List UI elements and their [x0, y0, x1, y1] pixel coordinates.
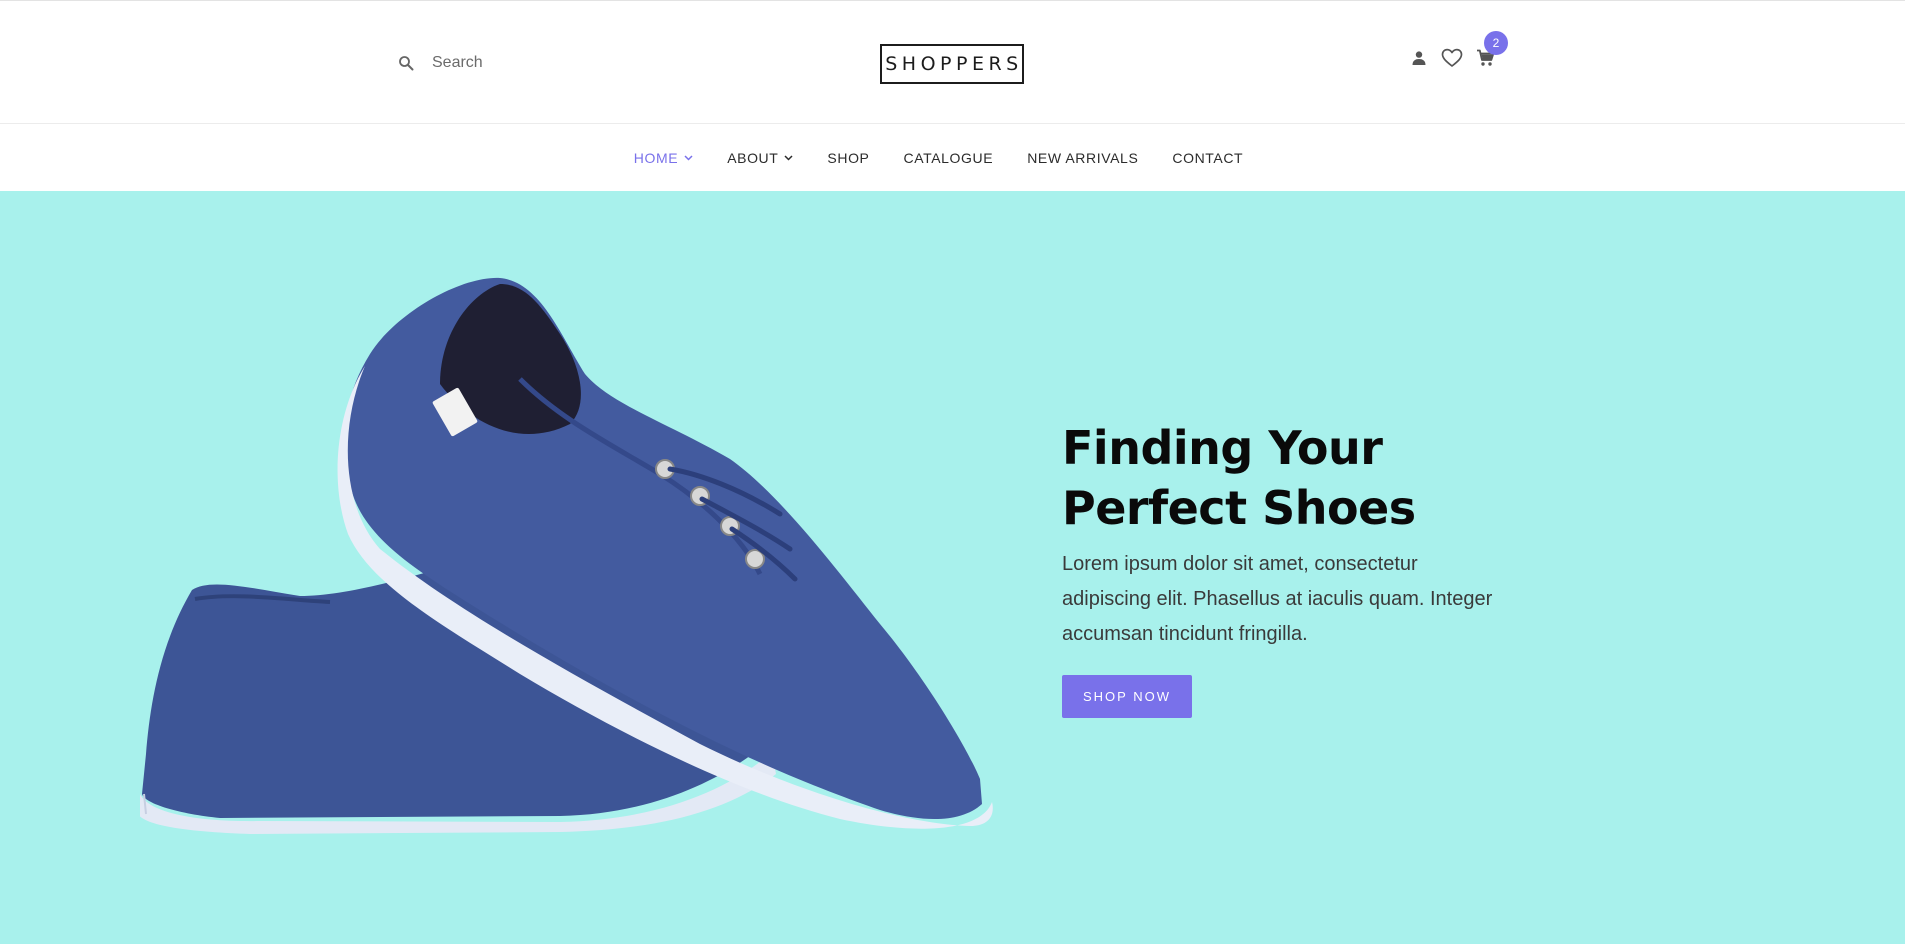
nav-item-shop[interactable]: SHOP	[827, 150, 869, 166]
nav-item-label: NEW ARRIVALS	[1027, 150, 1139, 166]
cart-count-badge: 2	[1484, 31, 1508, 55]
nav-item-catalogue[interactable]: CATALOGUE	[904, 150, 994, 166]
person-icon[interactable]	[1408, 47, 1430, 69]
header-icons: 2	[1408, 31, 1508, 71]
search-input[interactable]	[432, 54, 652, 72]
nav-item-label: SHOP	[827, 150, 870, 166]
nav-item-about[interactable]: ABOUT	[727, 150, 793, 166]
nav-list: HOME ABOUT SHOP CATALOGUE NEW ARRIVALS C…	[617, 150, 1260, 166]
site-header: SHOPPERS 2	[0, 1, 1905, 124]
cart-button[interactable]: 2	[1474, 31, 1508, 69]
hero-title-line-1: Finding Your	[1062, 421, 1383, 475]
nav-item-label: CONTACT	[1172, 150, 1244, 166]
chevron-down-icon	[684, 155, 693, 161]
nav-item-label: ABOUT	[727, 150, 779, 166]
nav-item-label: CATALOGUE	[903, 150, 994, 166]
hero-title-line-2: Perfect Shoes	[1062, 481, 1416, 535]
shop-now-button[interactable]: SHOP NOW	[1062, 675, 1192, 718]
nav-item-label: HOME	[633, 150, 679, 166]
search-icon[interactable]	[396, 53, 416, 73]
nav-item-contact[interactable]: CONTACT	[1172, 150, 1243, 166]
chevron-down-icon	[784, 155, 793, 161]
hero-section: Finding Your Perfect Shoes Lorem ipsum d…	[0, 191, 1905, 944]
shoes-image	[140, 277, 993, 834]
nav-item-new-arrivals[interactable]: NEW ARRIVALS	[1027, 150, 1138, 166]
main-nav: HOME ABOUT SHOP CATALOGUE NEW ARRIVALS C…	[0, 125, 1905, 191]
heart-icon[interactable]	[1441, 47, 1463, 69]
hero-title: Finding Your Perfect Shoes	[1062, 418, 1562, 538]
hero-description: Lorem ipsum dolor sit amet, consectetur …	[1062, 553, 1493, 645]
site-logo[interactable]: SHOPPERS	[880, 44, 1024, 84]
nav-item-home[interactable]: HOME	[634, 150, 693, 166]
search-bar[interactable]	[396, 45, 656, 81]
